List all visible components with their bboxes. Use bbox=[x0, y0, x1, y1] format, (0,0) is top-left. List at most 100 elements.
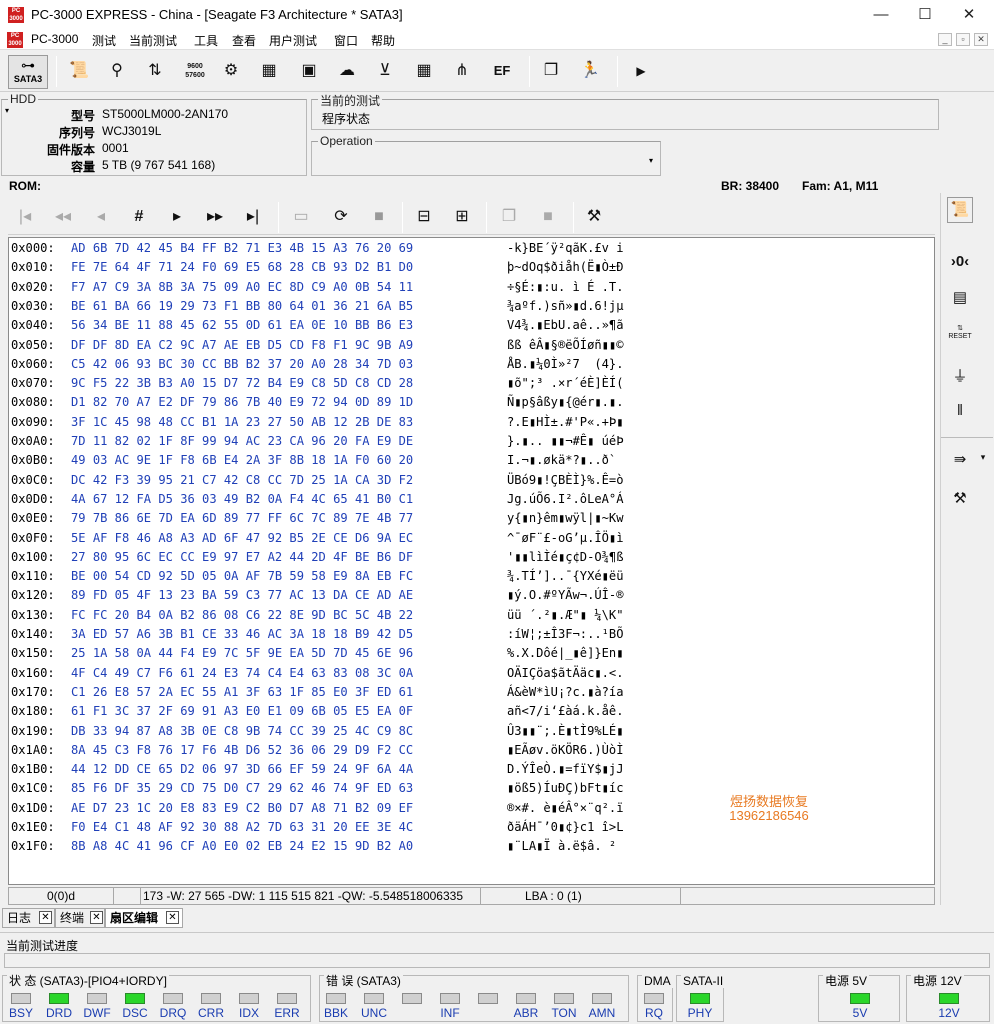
hex-bytes[interactable]: 27 80 95 6C EC CC E9 97 E7 A2 44 2D 4F B… bbox=[71, 548, 413, 567]
hex-row[interactable]: 0x050: DF DF 8D EA C2 9C A7 AE EB D5 CD F… bbox=[11, 336, 624, 355]
menu-test[interactable]: 测试 bbox=[92, 32, 116, 49]
hex-ascii[interactable]: ¾aºf.)sñ»▮d.6!jµ bbox=[507, 297, 624, 316]
hex-bytes[interactable]: DC 42 F3 39 95 21 C7 42 C8 CC 7D 25 1A C… bbox=[71, 471, 413, 490]
save-icon[interactable]: ▭ bbox=[288, 204, 314, 230]
hex-ascii[interactable]: V4¾.▮EbU.aê..»¶ã bbox=[507, 316, 624, 335]
hex-bytes[interactable]: 5E AF F8 46 A8 A3 AD 6F 47 92 B5 2E CE D… bbox=[71, 529, 413, 548]
close-icon[interactable]: ✕ bbox=[166, 911, 179, 924]
hex-ascii[interactable]: ¾.TÍ’]..¯{YXé▮ëü bbox=[507, 567, 624, 586]
hex-bytes[interactable]: 4A 67 12 FA D5 36 03 49 B2 0A F4 4C 65 4… bbox=[71, 490, 413, 509]
hex-ascii[interactable]: ÜBó9▮!ÇBÈÌ}%.Ê=ò bbox=[507, 471, 624, 490]
write-drive-icon[interactable]: ⊞ bbox=[449, 204, 475, 230]
tools-panel-icon[interactable]: ⚒ bbox=[945, 489, 975, 507]
close-icon[interactable]: ✕ bbox=[39, 911, 52, 924]
last-sector-icon[interactable]: ▸| bbox=[240, 204, 266, 230]
close-icon[interactable]: ✕ bbox=[90, 911, 103, 924]
hex-row[interactable]: 0x130: FC FC 20 B4 0A B2 86 08 C6 22 8E 9… bbox=[11, 606, 624, 625]
hex-row[interactable]: 0x0D0: 4A 67 12 FA D5 36 03 49 B2 0A F4 4… bbox=[11, 490, 624, 509]
transfer-panel-icon[interactable]: ⇛ bbox=[945, 450, 975, 468]
hex-ascii[interactable]: þ~dOq$ðiåh(Ë▮Ò±Ð bbox=[507, 258, 624, 277]
menu-pc3000[interactable]: PC-3000 bbox=[31, 32, 78, 46]
hex-ascii[interactable]: ?.E▮HÌ±.#'P«.+Þ▮ bbox=[507, 413, 624, 432]
hex-bytes[interactable]: F0 E4 C1 48 AF 92 30 88 A2 7D 63 31 20 E… bbox=[71, 818, 413, 837]
mdi-restore-button[interactable]: ▫ bbox=[956, 33, 970, 46]
hex-bytes[interactable]: 61 F1 3C 37 2F 69 91 A3 E0 E1 09 6B 05 E… bbox=[71, 702, 413, 721]
hex-bytes[interactable]: 89 FD 05 4F 13 23 BA 59 C3 77 AC 13 DA C… bbox=[71, 586, 413, 605]
hex-bytes[interactable]: BE 61 BA 66 19 29 73 F1 BB 80 64 01 36 2… bbox=[71, 297, 413, 316]
hex-ascii[interactable]: ®×#. è▮éÂ°×¨q².ï bbox=[507, 799, 624, 818]
hex-bytes[interactable]: 8B A8 4C 41 96 CF A0 E0 02 EB 24 E2 15 9… bbox=[71, 837, 413, 856]
sata3-button[interactable]: ⊶ SATA3 bbox=[8, 55, 48, 89]
hex-ascii[interactable]: D.ÝÎeÒ.▮=fïY$▮jJ bbox=[507, 760, 624, 779]
hex-row[interactable]: 0x0E0: 79 7B 86 6E 7D EA 6D 89 77 FF 6C 7… bbox=[11, 509, 624, 528]
mdi-close-button[interactable]: ✕ bbox=[974, 33, 988, 46]
scroll-panel-icon[interactable]: 📜 bbox=[947, 197, 973, 223]
prev-sector-icon[interactable]: ◂ bbox=[88, 204, 114, 230]
hex-row[interactable]: 0x1F0: 8B A8 4C 41 96 CF A0 E0 02 EB 24 E… bbox=[11, 837, 616, 856]
hex-row[interactable]: 0x040: 56 34 BE 11 88 45 62 55 0D 61 EA 0… bbox=[11, 316, 624, 335]
hex-bytes[interactable]: DF DF 8D EA C2 9C A7 AE EB D5 CD F8 F1 9… bbox=[71, 336, 413, 355]
hex-ascii[interactable]: Û3▮▮¨;.È▮tÌ9%LÉ▮ bbox=[507, 722, 624, 741]
hex-row[interactable]: 0x120: 89 FD 05 4F 13 23 BA 59 C3 77 AC 1… bbox=[11, 586, 624, 605]
hex-row[interactable]: 0x0F0: 5E AF F8 46 A8 A3 AD 6F 47 92 B5 2… bbox=[11, 529, 624, 548]
hex-row[interactable]: 0x010: FE 7E 64 4F 71 24 F0 69 E5 68 28 C… bbox=[11, 258, 624, 277]
hex-row[interactable]: 0x030: BE 61 BA 66 19 29 73 F1 BB 80 64 0… bbox=[11, 297, 624, 316]
hex-ascii[interactable]: '▮▮lìÌé▮ç¢D-O¾¶ß bbox=[507, 548, 624, 567]
tab-terminal[interactable]: 终端 ✕ bbox=[55, 908, 105, 928]
copy-icon[interactable]: ❐ bbox=[538, 58, 564, 84]
hex-row[interactable]: 0x180: 61 F1 3C 37 2F 69 91 A3 E0 E1 09 6… bbox=[11, 702, 624, 721]
first-sector-icon[interactable]: |◂ bbox=[12, 204, 38, 230]
hex-bytes[interactable]: AD 6B 7D 42 45 B4 FF B2 71 E3 4B 15 A3 7… bbox=[71, 239, 413, 258]
scroll-icon[interactable]: 📜 bbox=[66, 58, 92, 84]
hex-bytes[interactable]: FC FC 20 B4 0A B2 86 08 C6 22 8E 9D BC 5… bbox=[71, 606, 413, 625]
hex-ascii[interactable]: Jg.úÕ6.I².ôLeA°Á bbox=[507, 490, 624, 509]
hex-row[interactable]: 0x1D0: AE D7 23 1C 20 E8 83 E9 C2 B0 D7 A… bbox=[11, 799, 624, 818]
tab-sector-editor[interactable]: 扇区编辑 ✕ bbox=[105, 908, 183, 928]
cloud-transfer-icon[interactable]: ☁ bbox=[334, 58, 360, 84]
hex-row[interactable]: 0x100: 27 80 95 6C EC CC E9 97 E7 A2 44 2… bbox=[11, 548, 624, 567]
hex-row[interactable]: 0x0B0: 49 03 AC 9E 1F F8 6B E4 2A 3F 8B 1… bbox=[11, 451, 616, 470]
hex-ascii[interactable]: ^¯øF¨£-oG’µ.ÎÖ▮ì bbox=[507, 529, 624, 548]
app-menu-icon[interactable]: PC 3000 bbox=[7, 32, 23, 48]
hex-bytes[interactable]: 4F C4 49 C7 F6 61 24 E3 74 C4 E4 63 83 0… bbox=[71, 664, 413, 683]
hex-ascii[interactable]: ▮EÃøv.öKÖR6.)ÙòÌ bbox=[507, 741, 624, 760]
baud-icon[interactable]: 9600 57600 bbox=[182, 58, 208, 84]
hex-row[interactable]: 0x1B0: 44 12 DD CE 65 D2 06 97 3D 66 EF 5… bbox=[11, 760, 624, 779]
hex-bytes[interactable]: 8A 45 C3 F8 76 17 F6 4B D6 52 36 06 29 D… bbox=[71, 741, 413, 760]
hex-ascii[interactable]: Á&èW*ìU¡?c.▮à?ía bbox=[507, 683, 624, 702]
close-button[interactable]: ✕ bbox=[946, 0, 992, 30]
hex-ascii[interactable]: Ñ▮p§âßy▮{@ér▮.▮. bbox=[507, 393, 624, 412]
search-icon[interactable]: ⚲ bbox=[104, 58, 130, 84]
hex-bytes[interactable]: 3F 1C 45 98 48 CC B1 1A 23 27 50 AB 12 2… bbox=[71, 413, 413, 432]
minimize-button[interactable]: — bbox=[858, 0, 904, 30]
hex-row[interactable]: 0x000: AD 6B 7D 42 45 B4 FF B2 71 E3 4B 1… bbox=[11, 239, 624, 258]
paste-buffer-icon[interactable]: ■ bbox=[535, 204, 561, 230]
hex-ascii[interactable]: :íW¦;±Î3F¬:..¹BÕ bbox=[507, 625, 624, 644]
read-drive-icon[interactable]: ⊟ bbox=[411, 204, 437, 230]
refresh-icon[interactable]: ⟳ bbox=[328, 204, 354, 230]
hex-ascii[interactable]: -k}BE´ÿ²qãK.£v i bbox=[507, 239, 624, 258]
hex-row[interactable]: 0x080: D1 82 70 A7 E2 DF 79 86 7B 40 E9 7… bbox=[11, 393, 624, 412]
counter-icon[interactable]: ›0‹ bbox=[945, 253, 975, 270]
menu-user-test[interactable]: 用户测试 bbox=[269, 32, 317, 49]
play-icon[interactable]: ▶ bbox=[628, 58, 654, 84]
operation-select[interactable]: ▾ bbox=[316, 154, 656, 172]
menu-tools[interactable]: 工具 bbox=[194, 32, 218, 49]
hex-ascii[interactable]: ðäÁH¯’0▮¢}c1 î>L bbox=[507, 818, 624, 837]
mdi-minimize-button[interactable]: _ bbox=[938, 33, 952, 46]
hex-row[interactable]: 0x150: 25 1A 58 0A 44 F4 E9 7C 5F 9E EA 5… bbox=[11, 644, 624, 663]
hex-bytes[interactable]: 7D 11 82 02 1F 8F 99 94 AC 23 CA 96 20 F… bbox=[71, 432, 413, 451]
hex-ascii[interactable]: ▮ý.O.#ºYÃw¬.ÚÎ-® bbox=[507, 586, 624, 605]
hex-bytes[interactable]: AE D7 23 1C 20 E8 83 E9 C2 B0 D7 A8 71 B… bbox=[71, 799, 413, 818]
hex-ascii[interactable]: %.X.Dôé|_▮ê]}En▮ bbox=[507, 644, 624, 663]
hex-bytes[interactable]: FE 7E 64 4F 71 24 F0 69 E5 68 28 CB 93 D… bbox=[71, 258, 413, 277]
fast-forward-icon[interactable]: ▸▸ bbox=[202, 204, 228, 230]
hex-row[interactable]: 0x090: 3F 1C 45 98 48 CC B1 1A 23 27 50 A… bbox=[11, 413, 624, 432]
grid-icon[interactable]: ▦ bbox=[411, 58, 437, 84]
gear-puzzle-icon[interactable]: ⚙ bbox=[218, 58, 244, 84]
maximize-button[interactable]: ☐ bbox=[902, 0, 948, 30]
tab-log[interactable]: 日志 ✕ bbox=[2, 908, 55, 928]
hex-bytes[interactable]: 44 12 DD CE 65 D2 06 97 3D 66 EF 59 24 9… bbox=[71, 760, 413, 779]
hex-ascii[interactable]: }.▮.. ▮▮¬#Ê▮ úéÞ bbox=[507, 432, 624, 451]
hex-row[interactable]: 0x110: BE 00 54 CD 92 5D 05 0A AF 7B 59 5… bbox=[11, 567, 624, 586]
